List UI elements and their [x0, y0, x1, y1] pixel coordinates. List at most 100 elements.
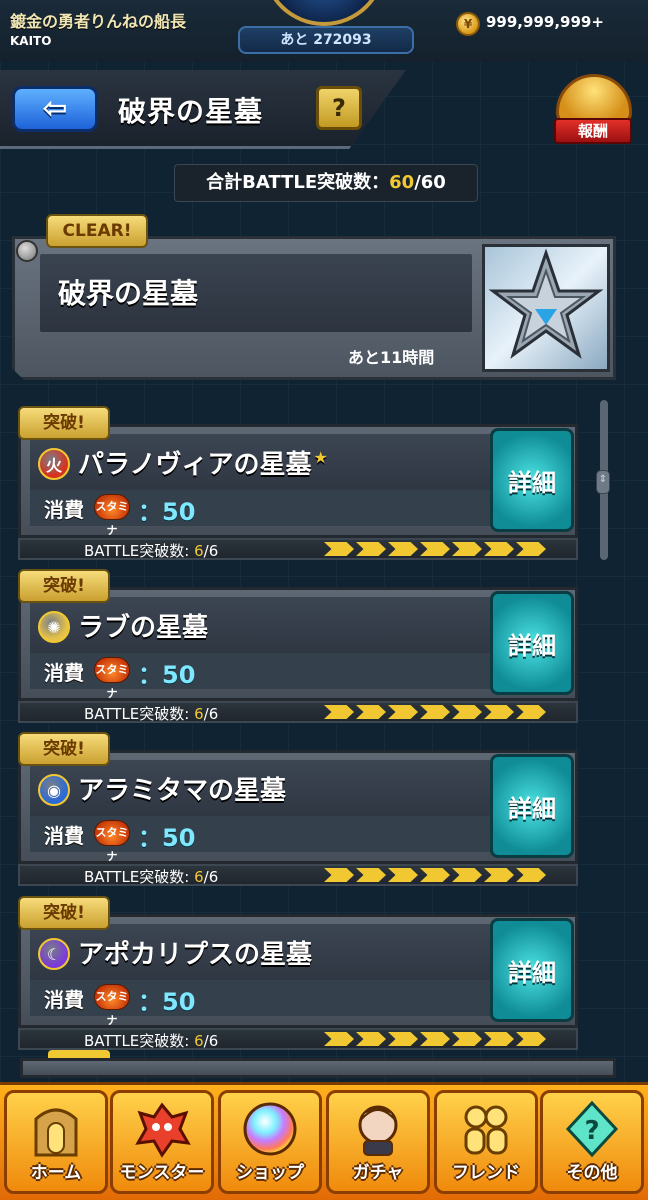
breakthrough-badge: 突破!	[18, 406, 110, 440]
scroll-grip[interactable]: ⇕	[596, 470, 610, 494]
progress-chevron	[356, 868, 386, 882]
rank-icon[interactable]	[262, 0, 386, 26]
battle-progress-bar	[324, 868, 548, 882]
quest-name-text: ラブの星墓	[78, 613, 209, 643]
progress-chevron	[484, 705, 514, 719]
next-quest-item-peek[interactable]	[20, 1058, 616, 1078]
nav-home-label: ホーム	[30, 1163, 82, 1183]
battle-progress-bar	[324, 542, 548, 556]
total-battle-max: 60	[420, 172, 446, 193]
battle-label: BATTLE突破数:	[84, 868, 195, 886]
water-element-icon: ◉	[38, 774, 70, 806]
quest-item-love[interactable]: 突破! ✺ ラブの星墓 消費 スタミナ ：50 BATTLE突破数: 6/6 詳…	[18, 569, 578, 725]
status-bar: 鍍金の勇者りんねの船長 KAITO あと 272093 ¥ 999,999,99…	[0, 0, 648, 62]
stamina-cost-value: ：50	[138, 988, 196, 1016]
monster-icon	[135, 1102, 191, 1158]
quest-item-aramitama[interactable]: 突破! ◉ アラミタマの星墓 消費 スタミナ ：50 BATTLE突破数: 6/…	[18, 732, 578, 888]
battle-max: /6	[203, 868, 219, 886]
nav-shop-label: ショップ	[236, 1163, 304, 1183]
detail-button[interactable]: 詳細	[490, 754, 574, 858]
battle-progress-bar	[324, 705, 548, 719]
progress-chevron	[452, 705, 482, 719]
battle-progress-text: BATTLE突破数: 6/6	[84, 540, 218, 561]
nav-monster[interactable]: モンスター	[110, 1090, 214, 1194]
stamina-cost-value: ：50	[138, 661, 196, 689]
progress-chevron	[388, 705, 418, 719]
detail-button[interactable]: 詳細	[490, 591, 574, 695]
progress-chevron	[388, 542, 418, 556]
quest-item-paranovia[interactable]: 突破! 火 パラノヴィアの星墓 ★ 消費 スタミナ ：50 BATTLE突破数: …	[18, 406, 578, 562]
battle-current: 6	[194, 1032, 204, 1050]
clear-badge: CLEAR!	[46, 214, 148, 248]
reward-button[interactable]: 報酬	[548, 70, 638, 150]
stamina-cost-label: 消費	[44, 498, 84, 522]
breakthrough-badge: 突破!	[18, 569, 110, 603]
nav-home[interactable]: ホーム	[4, 1090, 108, 1194]
battle-max: /6	[203, 542, 219, 560]
other-icon: ?	[565, 1100, 619, 1158]
page-title: 破界の星墓	[118, 95, 264, 128]
battle-max: /6	[203, 705, 219, 723]
shop-orb-icon	[243, 1102, 297, 1156]
nav-monster-label: モンスター	[119, 1163, 205, 1183]
battle-label: BATTLE突破数:	[84, 705, 195, 723]
stamina-icon: スタミナ	[94, 820, 130, 863]
progress-chevron	[356, 705, 386, 719]
nav-friend[interactable]: フレンド	[434, 1090, 538, 1194]
progress-chevron	[516, 542, 546, 556]
quest-name: ラブの星墓	[78, 607, 210, 644]
nav-gacha-label: ガチャ	[352, 1163, 404, 1183]
nav-shop[interactable]: ショップ	[218, 1090, 322, 1194]
nav-other[interactable]: ? その他	[540, 1090, 644, 1194]
battle-max: /6	[203, 1032, 219, 1050]
stamina-icon: スタミナ	[94, 657, 130, 700]
battle-progress-bar	[324, 1032, 548, 1046]
battle-current: 6	[194, 542, 204, 560]
progress-chevron	[484, 542, 514, 556]
breakthrough-badge: 突破!	[18, 896, 110, 930]
progress-chevron	[452, 1032, 482, 1046]
progress-chevron	[324, 868, 354, 882]
battle-progress-text: BATTLE突破数: 6/6	[84, 1030, 218, 1051]
gacha-icon	[358, 1105, 398, 1156]
stamina-cost-label: 消費	[44, 988, 84, 1012]
fire-element-icon: 火	[38, 448, 70, 480]
progress-chevron	[484, 868, 514, 882]
detail-button[interactable]: 詳細	[490, 918, 574, 1022]
battle-label: BATTLE突破数:	[84, 1032, 195, 1050]
progress-chevron	[516, 1032, 546, 1046]
total-battle-counter: 合計BATTLE突破数：60/60	[174, 164, 478, 202]
progress-chevron	[420, 705, 450, 719]
coin-icon: ¥	[456, 12, 480, 36]
detail-button[interactable]: 詳細	[490, 428, 574, 532]
svg-text:?: ?	[584, 1116, 599, 1146]
progress-chevron	[420, 542, 450, 556]
quest-name-text: アポカリプスの星墓	[78, 940, 313, 970]
progress-chevron	[324, 1032, 354, 1046]
back-arrow-icon: ⇦	[42, 91, 68, 126]
back-button[interactable]: ⇦	[12, 86, 98, 132]
quest-name: アポカリプスの星墓	[78, 934, 314, 971]
total-battle-current: 60	[389, 172, 415, 193]
progress-chevron	[324, 705, 354, 719]
stamina-icon: スタミナ	[94, 984, 130, 1027]
quest-name-text: アラミタマの星墓	[78, 776, 287, 806]
quest-item-apocalypse[interactable]: 突破! ☾ アポカリプスの星墓 消費 スタミナ ：50 BATTLE突破数: 6…	[18, 896, 578, 1052]
total-battle-separator: /	[414, 172, 421, 193]
player-title: 鍍金の勇者りんねの船長	[10, 12, 187, 31]
nav-other-label: その他	[566, 1163, 618, 1183]
progress-chevron	[452, 542, 482, 556]
breakthrough-badge: 突破!	[18, 732, 110, 766]
progress-chevron	[388, 1032, 418, 1046]
progress-chevron	[356, 1032, 386, 1046]
home-icon	[34, 1108, 78, 1157]
coin-amount: 999,999,999+	[486, 13, 604, 31]
star-icon: ★	[313, 448, 328, 468]
battle-current: 6	[194, 868, 204, 886]
star-tomb-icon	[482, 244, 610, 372]
progress-chevron	[516, 868, 546, 882]
pin-icon	[16, 240, 38, 262]
nav-gacha[interactable]: ガチャ	[326, 1090, 430, 1194]
help-button[interactable]: ?	[316, 86, 362, 130]
stamina-cost-label: 消費	[44, 824, 84, 848]
